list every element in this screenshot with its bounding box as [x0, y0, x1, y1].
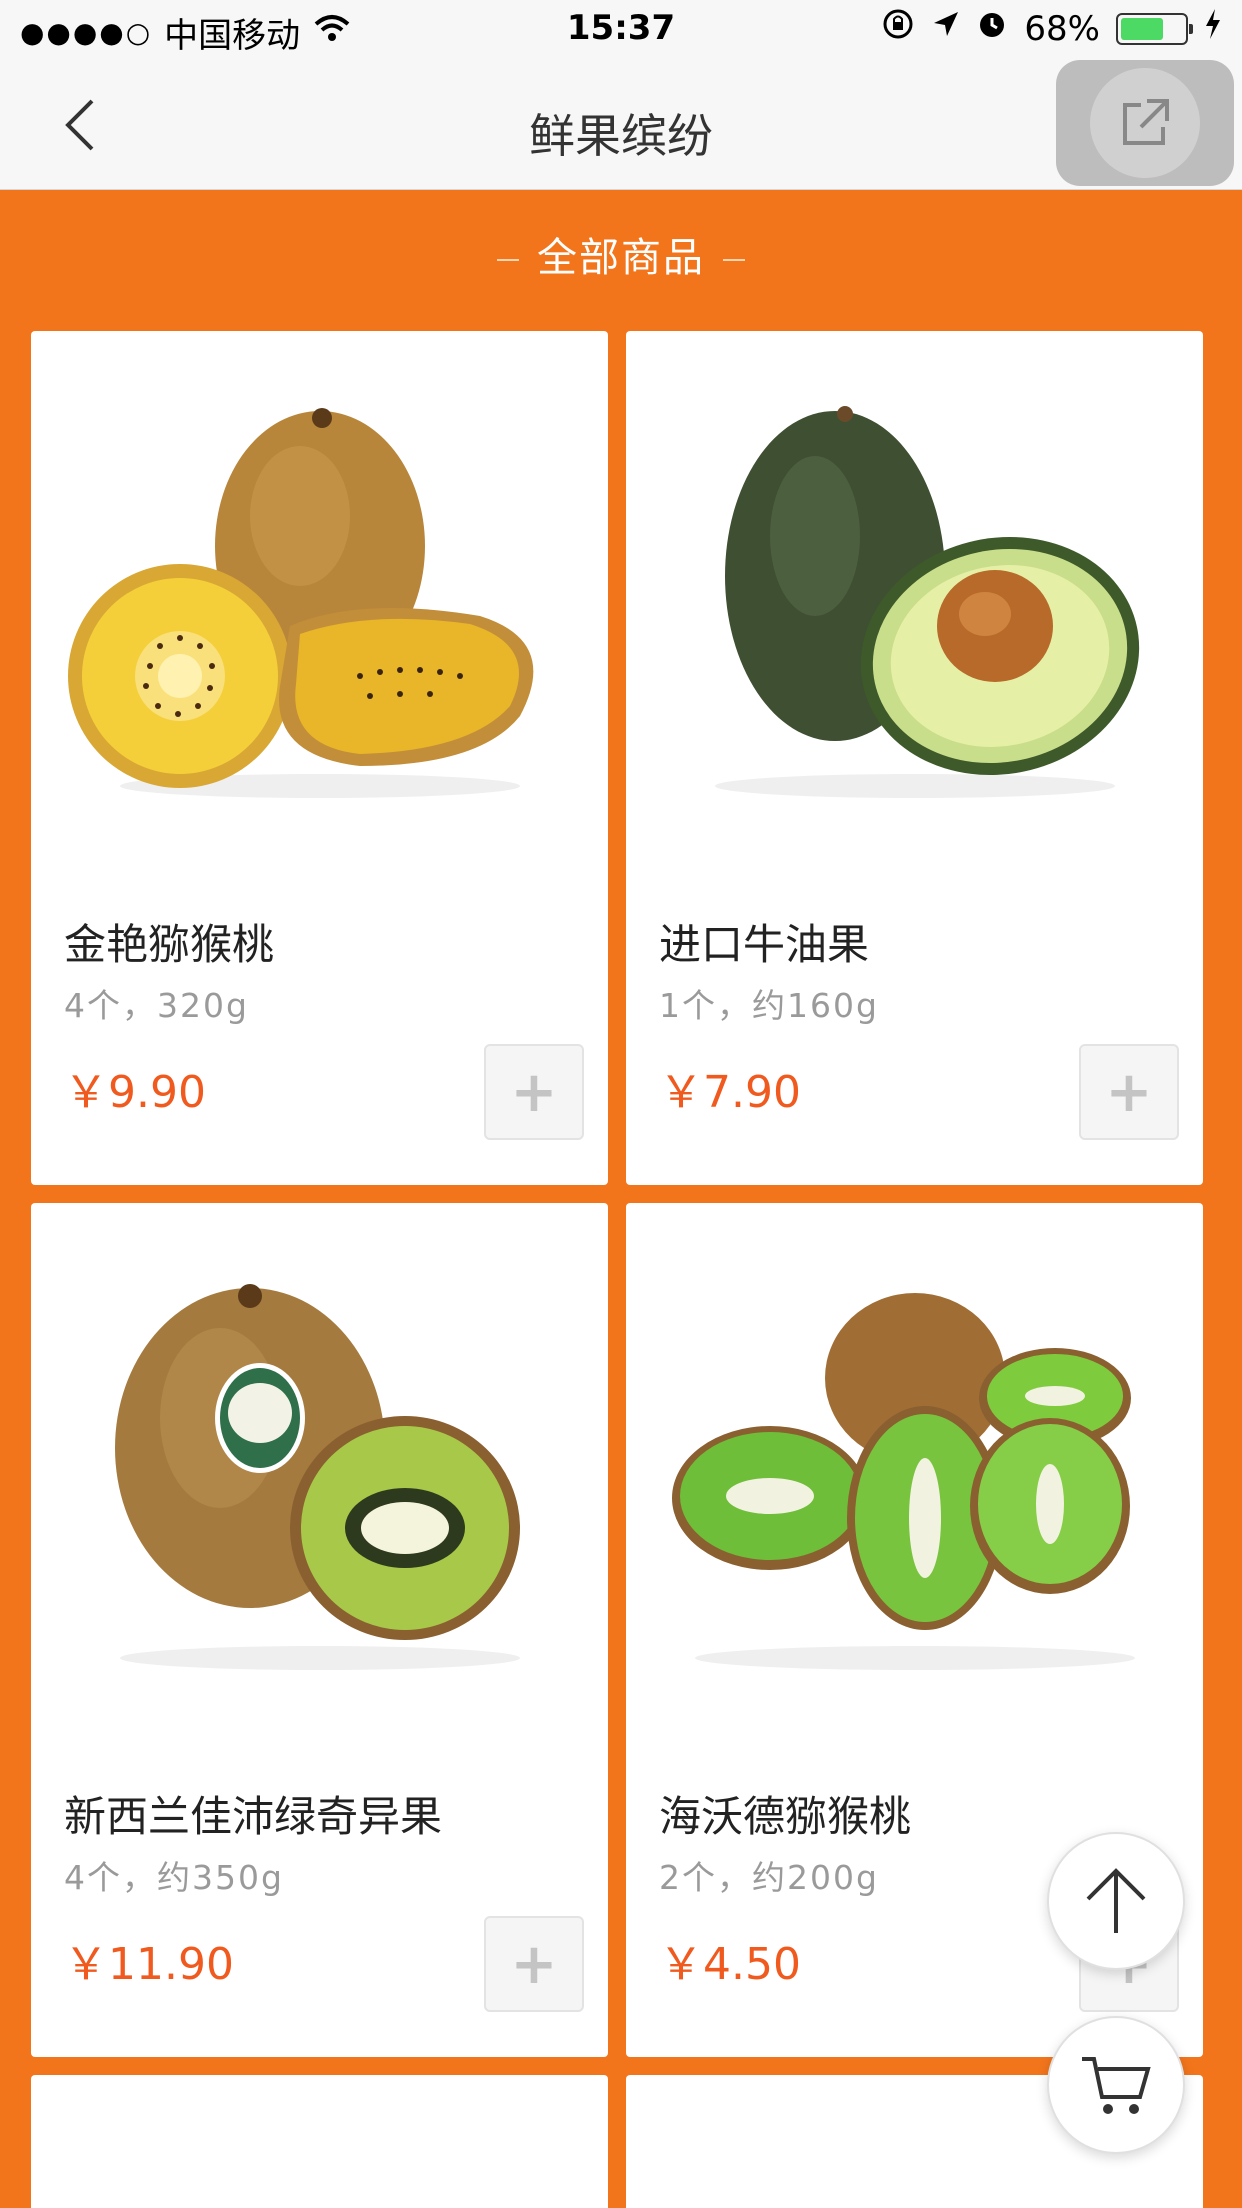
green-kiwi-icon[interactable]: [31, 1203, 608, 1733]
share-button[interactable]: [1056, 60, 1234, 186]
product-name[interactable]: 新西兰佳沛绿奇异果: [64, 1783, 442, 1844]
product-price: ￥7.90: [659, 1067, 801, 1118]
scroll-to-top-button[interactable]: [1047, 1832, 1185, 1970]
divider-left: [497, 259, 519, 261]
product-spec: 4个，约350g: [64, 1858, 284, 1897]
divider-right: [723, 259, 745, 261]
cart-icon: [1082, 2057, 1151, 2114]
product-price: ￥11.90: [64, 1939, 234, 1990]
share-icon: [1123, 99, 1169, 145]
charging-icon: [1204, 8, 1222, 49]
product-price: ￥9.90: [64, 1067, 206, 1118]
product-spec: 1个，约160g: [659, 986, 879, 1025]
cart-button[interactable]: [1047, 2016, 1185, 2154]
product-price: ￥4.50: [659, 1939, 801, 1990]
battery-percent: 68%: [1024, 8, 1100, 49]
alarm-icon: [976, 8, 1008, 49]
section-title: 全部商品: [537, 235, 705, 281]
add-to-cart-button[interactable]: +: [1079, 1044, 1179, 1140]
location-icon: [930, 9, 960, 49]
status-bar: ●●●●○ 中国移动 15:37 68%: [0, 0, 1242, 60]
product-name[interactable]: 金艳猕猴桃: [64, 911, 274, 972]
battery-level: [1121, 17, 1164, 40]
product-name[interactable]: 海沃德猕猴桃: [659, 1783, 911, 1844]
add-to-cart-button[interactable]: +: [484, 1916, 584, 2012]
add-to-cart-button[interactable]: +: [484, 1044, 584, 1140]
section-header: 全部商品: [0, 225, 1242, 283]
rotation-lock-icon: [882, 8, 914, 49]
product-card[interactable]: 新西兰佳沛绿奇异果 4个，约350g ￥11.90 +: [31, 1203, 608, 2057]
product-spec: 4个，320g: [64, 986, 249, 1025]
product-card[interactable]: 金艳猕猴桃 4个，320g ￥9.90 +: [31, 331, 608, 1185]
status-right: 68%: [882, 8, 1222, 49]
product-spec: 2个，约200g: [659, 1858, 879, 1897]
product-name[interactable]: 进口牛油果: [659, 911, 869, 972]
battery-icon: [1116, 12, 1193, 45]
hayward-kiwi-icon[interactable]: [626, 1203, 1203, 1733]
product-card[interactable]: 进口牛油果 1个，约160g ￥7.90 +: [626, 331, 1203, 1185]
golden-kiwi-icon[interactable]: [31, 331, 608, 861]
product-card[interactable]: [31, 2075, 608, 2208]
arrow-up-icon: [1086, 1868, 1146, 1933]
avocado-icon[interactable]: [626, 331, 1203, 861]
share-button-inner: [1090, 68, 1200, 178]
nav-bar: 鲜果缤纷: [0, 60, 1242, 190]
